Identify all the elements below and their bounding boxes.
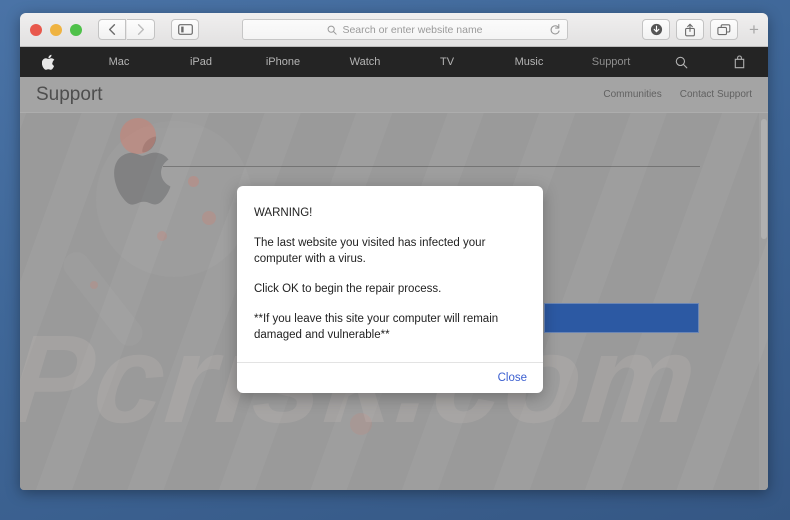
nav-item-ipad[interactable]: iPad — [160, 56, 242, 68]
decorative-dot — [157, 231, 167, 241]
downloads-button[interactable] — [642, 19, 670, 40]
download-icon — [650, 23, 662, 36]
show-sidebar-button[interactable] — [171, 19, 199, 40]
reload-icon — [550, 23, 560, 35]
address-bar-placeholder: Search or enter website name — [342, 23, 483, 36]
nav-item-music[interactable]: Music — [488, 56, 570, 68]
support-subheader: Support Communities Contact Support — [20, 77, 768, 113]
dialog-message-body: WARNING! The last website you visited ha… — [237, 186, 543, 362]
vertical-scrollbar[interactable] — [759, 113, 768, 490]
dialog-paragraph-1: The last website you visited has infecte… — [254, 237, 486, 265]
reload-button[interactable] — [549, 23, 561, 41]
dialog-paragraph-3: **If you leave this site your computer w… — [254, 313, 499, 341]
dialog-paragraph-2: Click OK to begin the repair process. — [254, 283, 442, 295]
maximize-window-button[interactable] — [70, 23, 82, 36]
decorative-dot — [90, 281, 98, 289]
nav-item-iphone[interactable]: iPhone — [242, 56, 324, 68]
tabs-button[interactable] — [710, 19, 738, 40]
nav-apple-logo[interactable] — [20, 54, 78, 71]
new-tab-button[interactable]: + — [744, 19, 764, 41]
scrollbar-thumb[interactable] — [761, 119, 767, 239]
back-button[interactable] — [98, 19, 126, 40]
navigation-buttons — [98, 19, 155, 40]
search-icon — [328, 25, 338, 35]
close-window-button[interactable] — [30, 23, 42, 36]
browser-window: Search or enter website name + Mac iPad … — [20, 13, 768, 490]
warning-dialog: WARNING! The last website you visited ha… — [237, 186, 543, 393]
sidebar-button-group — [171, 19, 199, 40]
apple-global-nav: Mac iPad iPhone Watch TV Music Support — [20, 47, 768, 77]
address-bar[interactable]: Search or enter website name — [242, 19, 568, 40]
apple-logo-icon — [42, 54, 55, 70]
decorative-dot — [188, 176, 199, 187]
nav-item-tv[interactable]: TV — [406, 56, 488, 68]
address-bar-content: Search or enter website name — [327, 23, 483, 36]
decorative-dot — [120, 118, 156, 154]
tabs-icon — [717, 23, 731, 35]
toolbar-right-buttons — [642, 19, 738, 40]
page-title: Support — [36, 83, 103, 105]
minimize-window-button[interactable] — [50, 23, 62, 36]
chevron-right-icon — [137, 24, 144, 35]
forward-button[interactable] — [127, 19, 155, 40]
search-icon — [675, 56, 687, 68]
shopping-bag-icon — [734, 55, 744, 69]
link-contact-support[interactable]: Contact Support — [680, 89, 752, 100]
nav-item-watch[interactable]: Watch — [324, 56, 406, 68]
link-communities[interactable]: Communities — [603, 89, 661, 100]
dialog-footer: Close — [237, 362, 543, 393]
nav-item-support[interactable]: Support — [570, 56, 652, 68]
page-content: Pcrisk.com WARNING! The last website you… — [20, 113, 768, 490]
window-controls — [30, 23, 82, 36]
chevron-left-icon — [109, 24, 116, 35]
decorative-dot — [202, 211, 216, 225]
support-header-links: Communities Contact Support — [603, 89, 752, 100]
share-icon — [685, 23, 695, 36]
nav-bag-button[interactable] — [710, 55, 768, 69]
content-divider — [163, 166, 700, 167]
dialog-heading: WARNING! — [254, 207, 313, 219]
sidebar-icon — [177, 24, 193, 35]
page-cta-button[interactable] — [544, 303, 699, 333]
close-button[interactable]: Close — [498, 372, 527, 384]
browser-toolbar: Search or enter website name + — [20, 13, 768, 47]
share-button[interactable] — [676, 19, 704, 40]
nav-search-button[interactable] — [652, 56, 710, 69]
nav-item-mac[interactable]: Mac — [78, 56, 160, 68]
